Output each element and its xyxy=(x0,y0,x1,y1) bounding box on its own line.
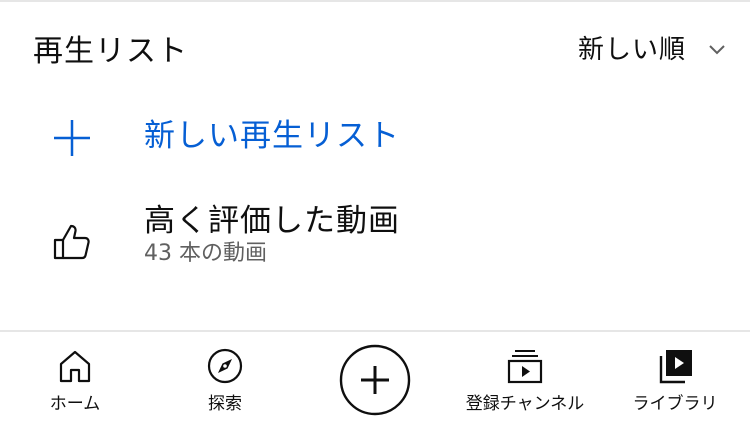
chevron-down-icon xyxy=(709,45,725,55)
sort-label: 新しい順 xyxy=(577,35,686,65)
section-title: 再生リスト xyxy=(33,34,188,69)
nav-library[interactable]: ライブラリ xyxy=(600,332,750,426)
compass-icon xyxy=(207,348,243,384)
playlists-header: 再生リスト 新しい順 xyxy=(0,2,750,98)
nav-subscriptions[interactable]: 登録チャンネル xyxy=(450,332,600,426)
create-plus-icon xyxy=(339,344,411,416)
plus-icon xyxy=(54,120,90,156)
nav-home-label: ホーム xyxy=(49,394,101,414)
nav-explore[interactable]: 探索 xyxy=(150,332,300,426)
new-playlist-row[interactable]: 新しい再生リスト xyxy=(0,96,750,180)
new-playlist-label: 新しい再生リスト xyxy=(144,118,400,154)
bottom-nav: ホーム 探索 登録チャンネル ライブラリ xyxy=(0,332,750,426)
home-icon xyxy=(59,350,91,383)
nav-create[interactable] xyxy=(300,332,450,426)
playlists-screen: 再生リスト 新しい順 新しい再生リスト 高く評価した動画 43 本の動画 ホーム xyxy=(0,0,750,426)
liked-videos-row[interactable]: 高く評価した動画 43 本の動画 xyxy=(0,190,750,300)
library-icon xyxy=(659,350,692,384)
nav-explore-label: 探索 xyxy=(208,394,242,414)
nav-home[interactable]: ホーム xyxy=(0,332,150,426)
liked-videos-count: 43 本の動画 xyxy=(144,241,267,266)
liked-videos-title: 高く評価した動画 xyxy=(144,203,400,239)
nav-subscriptions-label: 登録チャンネル xyxy=(465,394,585,414)
nav-library-label: ライブラリ xyxy=(632,394,718,414)
thumbs-up-icon xyxy=(53,224,90,260)
subscriptions-icon xyxy=(507,350,543,384)
sort-dropdown[interactable]: 新しい順 xyxy=(578,28,726,72)
